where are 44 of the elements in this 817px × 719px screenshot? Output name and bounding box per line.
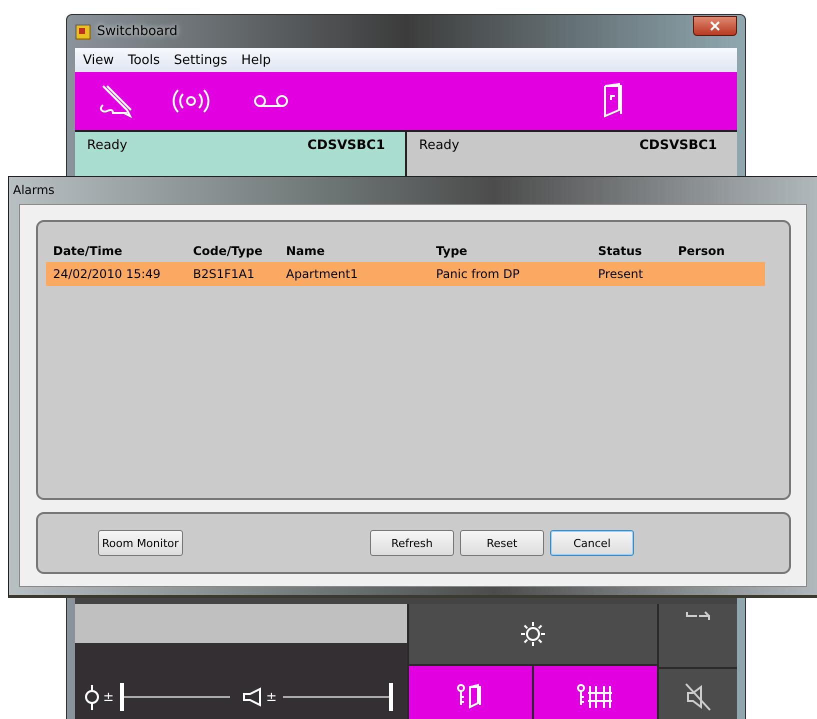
dialog-button[interactable]: Room Monitor xyxy=(98,530,183,556)
dialog-button[interactable]: Reset xyxy=(460,530,544,556)
speaker-icon xyxy=(242,687,264,707)
column-header: Date/Time xyxy=(53,244,124,258)
line-name: CDSVSBC1 xyxy=(307,138,385,153)
table-cell-text: Present xyxy=(598,267,644,281)
column-header: Code/Type xyxy=(193,244,264,258)
menu-item[interactable]: Help xyxy=(235,52,279,68)
line-status: Ready xyxy=(419,138,460,153)
close-icon xyxy=(710,20,720,30)
line-name: CDSVSBC1 xyxy=(639,138,717,153)
pen-icon[interactable] xyxy=(97,83,133,119)
line-panel[interactable]: Ready CDSVSBC1 xyxy=(75,132,405,176)
app-icon xyxy=(75,24,91,40)
dialog-title: Alarms xyxy=(13,182,56,199)
table-cell-text: Apartment1 xyxy=(286,267,359,281)
transfer-icon xyxy=(685,610,711,622)
gate-key-button[interactable] xyxy=(534,666,657,719)
mute-icon xyxy=(684,682,712,712)
sun-icon xyxy=(520,621,546,647)
line-panel[interactable]: Ready CDSVSBC1 xyxy=(407,132,737,176)
mute-panel[interactable] xyxy=(659,668,737,719)
dialog-button[interactable]: Refresh xyxy=(370,530,454,556)
table-cell-text: B2S1F1A1 xyxy=(193,267,256,281)
column-header: Status xyxy=(598,244,643,258)
menu-item[interactable]: View xyxy=(77,52,122,68)
microphone-icon xyxy=(83,683,101,711)
menu-item[interactable]: Tools xyxy=(122,52,168,68)
menu-item[interactable]: Settings xyxy=(168,52,236,68)
dialog-button[interactable]: Cancel xyxy=(550,530,634,556)
plus-minus-sign: ± xyxy=(266,690,277,704)
window-title: Switchboard xyxy=(97,24,179,39)
plus-minus-sign: ± xyxy=(103,690,114,704)
slider-thumb[interactable] xyxy=(120,683,124,711)
column-header: Name xyxy=(286,244,326,258)
table-cell-text: Panic from DP xyxy=(436,267,521,281)
door-key-button[interactable] xyxy=(409,666,532,719)
table-row[interactable]: 24/02/2010 15:49 B2S1F1A1 Apartment1 Panic from DP Present xyxy=(46,262,765,286)
line-status: Ready xyxy=(87,138,128,153)
close-button[interactable] xyxy=(693,16,737,36)
column-header: Person xyxy=(678,244,726,258)
table-cell-text: 24/02/2010 15:49 xyxy=(53,267,162,281)
slider-thumb[interactable] xyxy=(389,683,393,711)
column-header: Type xyxy=(436,244,468,258)
